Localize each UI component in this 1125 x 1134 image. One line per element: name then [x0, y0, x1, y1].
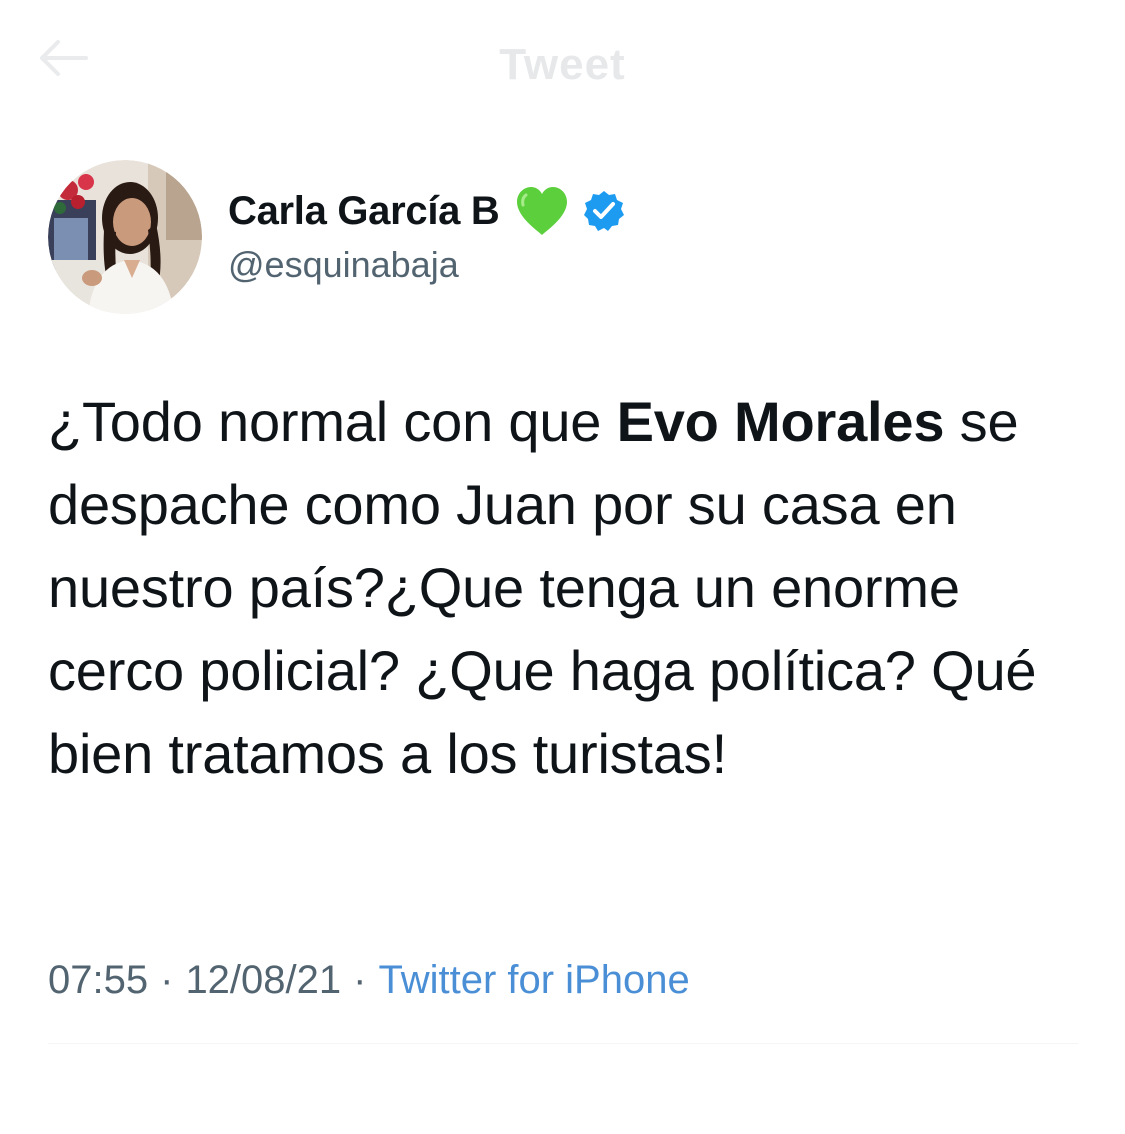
tweet-text-start: ¿Todo normal con que [48, 390, 617, 453]
tweet-time: 07:55 [48, 958, 149, 1002]
avatar[interactable] [48, 160, 202, 314]
page-title: Tweet [499, 40, 626, 89]
tweet-text: ¿Todo normal con que Evo Morales se desp… [48, 380, 1088, 795]
divider [48, 1043, 1078, 1044]
meta-separator: · [353, 958, 367, 1002]
author-name-row: Carla García B [228, 183, 626, 239]
green-heart-icon [514, 185, 570, 237]
tweet-date: 12/08/21 [185, 958, 342, 1002]
tweet-meta: 07:55 · 12/08/21 · Twitter for iPhone [48, 958, 690, 1003]
display-name[interactable]: Carla García B [228, 189, 500, 234]
tweet-text-bold: Evo Morales [616, 390, 945, 453]
top-bar: Tweet [0, 0, 1125, 110]
tweet-source-link[interactable]: Twitter for iPhone [378, 958, 689, 1002]
verified-badge-icon [582, 189, 626, 233]
author-handle[interactable]: @esquinabaja [228, 244, 459, 286]
meta-separator: · [160, 958, 174, 1002]
